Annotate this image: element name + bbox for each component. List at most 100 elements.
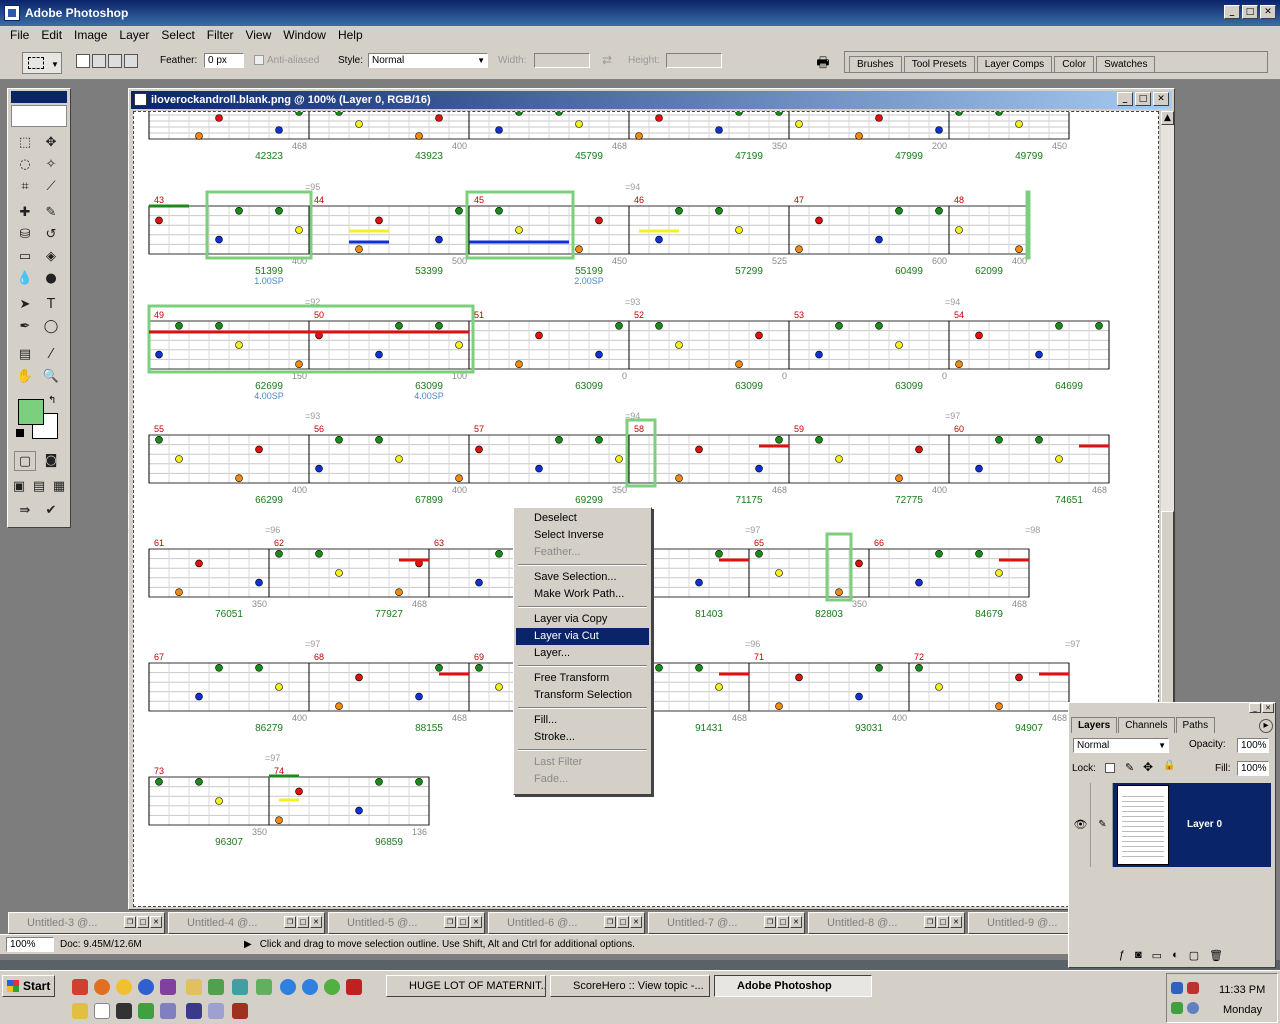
stamp-tool-icon[interactable]: ⛁ [14,225,36,245]
menu-edit[interactable]: Edit [35,28,68,42]
restore-icon[interactable]: ❐ [124,916,136,928]
zoom-tool-icon[interactable]: 🔍 [40,367,62,387]
eraser-tool-icon[interactable]: ▭ [14,247,36,267]
menu-file[interactable]: File [4,28,35,42]
quicklaunch-app-icon-8[interactable] [186,1003,202,1019]
tab-channels[interactable]: Channels [1118,717,1175,733]
fill-input[interactable]: 100% [1237,761,1269,776]
new-group-icon[interactable]: ▭ [1152,949,1162,965]
quicklaunch-app-icon-9[interactable] [208,1003,224,1019]
doc-maximize-button[interactable]: □ [1135,92,1151,106]
clock-time[interactable]: 11:33 PM [1219,984,1265,996]
scorehero-icon[interactable] [346,979,362,995]
menu-view[interactable]: View [239,28,277,42]
palette-minimize-button[interactable]: _ [1249,703,1261,713]
restore-icon[interactable]: ❐ [604,916,616,928]
context-menu-item-select-inverse[interactable]: Select Inverse [516,527,649,544]
scroll-thumb[interactable] [1161,511,1174,711]
minimized-doc-tab[interactable]: Untitled-5 @... ❐ □ ✕ [328,912,485,934]
close-icon[interactable]: ✕ [790,916,802,928]
context-menu-item-free-transform[interactable]: Free Transform [516,670,649,687]
doc-size[interactable]: Doc: 9.45M/12.6M [60,939,240,950]
visibility-eye-icon[interactable]: 👁 [1071,783,1091,867]
context-menu-item-transform-selection[interactable]: Transform Selection [516,687,649,704]
quicklaunch-app-icon-2[interactable] [160,979,176,995]
messenger-icon[interactable] [116,979,132,995]
style-select[interactable]: Normal ▼ [368,53,488,68]
doc-minimize-button[interactable]: _ [1117,92,1133,106]
tray-app-icon-2[interactable] [1171,1002,1183,1014]
layer-name[interactable]: Layer 0 [1187,819,1222,830]
well-tab-color[interactable]: Color [1054,56,1095,72]
slice-tool-icon[interactable]: ⟋ [40,177,62,197]
context-menu-item-make-work-path[interactable]: Make Work Path... [516,586,649,603]
type-tool-icon[interactable]: T [40,295,62,315]
lock-move-icon[interactable]: ✥ [1143,760,1153,774]
height-input[interactable] [666,53,722,68]
well-tab-brushes[interactable]: Brushes [849,56,902,72]
dodge-tool-icon[interactable]: ● [40,269,62,289]
restore-icon[interactable]: ❐ [444,916,456,928]
quicklaunch-app-icon-5[interactable] [324,979,340,995]
menu-filter[interactable]: Filter [201,28,240,42]
taskbar-button-scorehero[interactable]: ScoreHero :: View topic -... [550,975,710,997]
blur-tool-icon[interactable]: 💧 [14,269,36,289]
doc-close-button[interactable]: ✕ [1153,92,1169,106]
ie-icon[interactable] [280,979,296,995]
well-tab-tool-presets[interactable]: Tool Presets [903,56,975,72]
taskbar-button-firefox[interactable]: HUGE LOT OF MATERNIT... [386,975,546,997]
tray-network-icon[interactable] [1171,982,1183,994]
history-brush-icon[interactable]: ↺ [40,225,62,245]
context-menu-item-layer[interactable]: Layer... [516,645,649,662]
lock-transparency-icon[interactable] [1105,763,1115,773]
screen-mode-full-menu-icon[interactable]: ▤ [30,477,48,497]
screen-mode-full-icon[interactable]: ▦ [50,477,68,497]
magic-wand-icon[interactable]: ✧ [40,155,62,175]
firefox-icon[interactable] [94,979,110,995]
restore-icon[interactable]: ❐ [284,916,296,928]
path-select-icon[interactable]: ➤ [14,295,36,315]
maximize-button[interactable]: □ [1242,5,1258,19]
swap-colors-icon[interactable]: ↰ [48,395,56,406]
minimized-doc-tab[interactable]: Untitled-3 @... ❐ □ ✕ [8,912,165,934]
status-menu-arrow-icon[interactable]: ▶ [244,939,252,950]
marquee-tool-icon[interactable]: ⬚ [14,133,36,153]
terminal-icon[interactable] [116,1003,132,1019]
tool-preset-picker[interactable]: ▼ [22,52,62,74]
add-selection-icon[interactable] [92,54,106,68]
layer-row[interactable]: 👁 ✎ Layer 0 [1071,783,1271,867]
quick-mask-icon[interactable]: ◙ [40,451,62,471]
ellipse-tool-icon[interactable]: ◯ [40,317,62,337]
opacity-input[interactable]: 100% [1237,738,1269,753]
close-icon[interactable]: ✕ [950,916,962,928]
menu-image[interactable]: Image [68,28,113,42]
restore-icon[interactable]: ❐ [924,916,936,928]
layer-mask-icon[interactable]: ◙ [1135,949,1142,965]
close-icon[interactable]: ✕ [630,916,642,928]
quicklaunch-app-icon-4[interactable] [256,979,272,995]
maximize-icon[interactable]: □ [617,916,629,928]
close-icon[interactable]: ✕ [150,916,162,928]
zoom-field[interactable]: 100% [6,937,54,952]
file-browser-icon[interactable]: 🖶 [812,52,834,72]
default-colors-icon[interactable] [16,429,24,437]
context-menu-item-save-selection[interactable]: Save Selection... [516,569,649,586]
screen-mode-standard-icon[interactable]: ▣ [10,477,28,497]
width-input[interactable] [534,53,590,68]
move-tool-icon[interactable]: ✥ [40,133,62,153]
maximize-icon[interactable]: □ [937,916,949,928]
blend-mode-select[interactable]: Normal ▼ [1073,738,1169,753]
healing-brush-icon[interactable]: ✚ [14,203,36,223]
maximize-icon[interactable]: □ [137,916,149,928]
scroll-up-button[interactable]: ▲ [1161,111,1174,125]
lasso-tool-icon[interactable]: ◌ [14,155,36,175]
antialias-checkbox[interactable] [254,55,264,65]
tab-paths[interactable]: Paths [1175,717,1216,733]
start-button[interactable]: Start [2,975,55,997]
lock-paint-icon[interactable]: ✎ [1125,761,1134,774]
context-menu-item-fill[interactable]: Fill... [516,712,649,729]
layer-style-icon[interactable]: ƒ [1119,949,1125,965]
menu-select[interactable]: Select [155,28,200,42]
context-menu-item-deselect[interactable]: Deselect [516,510,649,527]
pen-tool-icon[interactable]: ✒ [14,317,36,337]
